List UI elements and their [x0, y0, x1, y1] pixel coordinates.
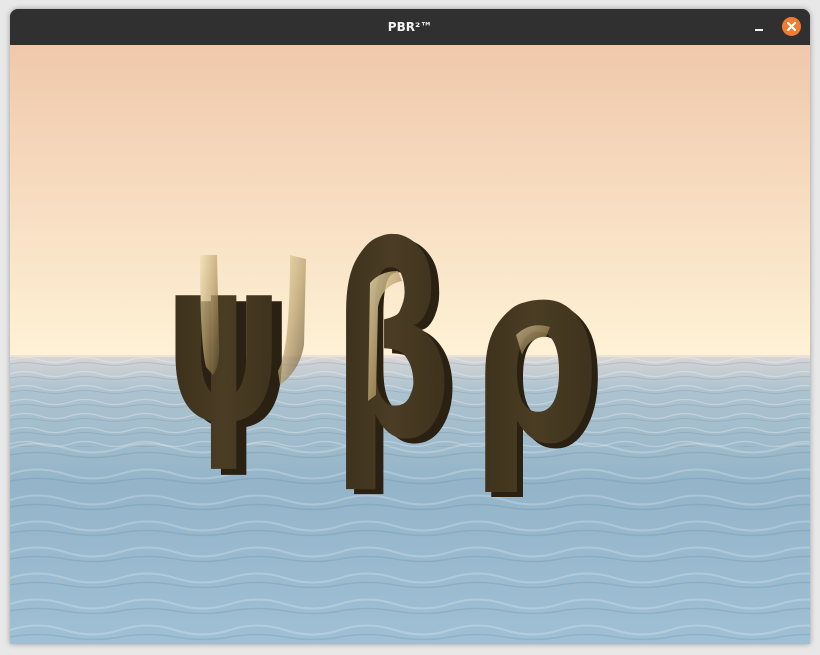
close-button[interactable] — [782, 17, 801, 36]
minimize-button[interactable] — [750, 18, 768, 36]
minimize-icon — [755, 29, 763, 31]
glyph-beta: β β — [332, 195, 460, 502]
titlebar[interactable]: PBR²™ — [10, 9, 810, 46]
svg-text:ψ: ψ — [166, 209, 282, 476]
scene-canvas: ψ ψ β β ρ ρ — [10, 45, 810, 644]
svg-text:β: β — [332, 195, 452, 497]
svg-text:ρ: ρ — [470, 208, 600, 499]
window-title: PBR²™ — [387, 20, 433, 34]
glyph-rho: ρ ρ — [470, 208, 606, 504]
render-viewport[interactable]: ψ ψ β β ρ ρ — [10, 45, 810, 644]
glyph-psi: ψ ψ — [166, 209, 306, 482]
app-window: PBR²™ ψ ψ β β ρ ρ — [10, 9, 810, 644]
close-icon — [787, 22, 796, 31]
